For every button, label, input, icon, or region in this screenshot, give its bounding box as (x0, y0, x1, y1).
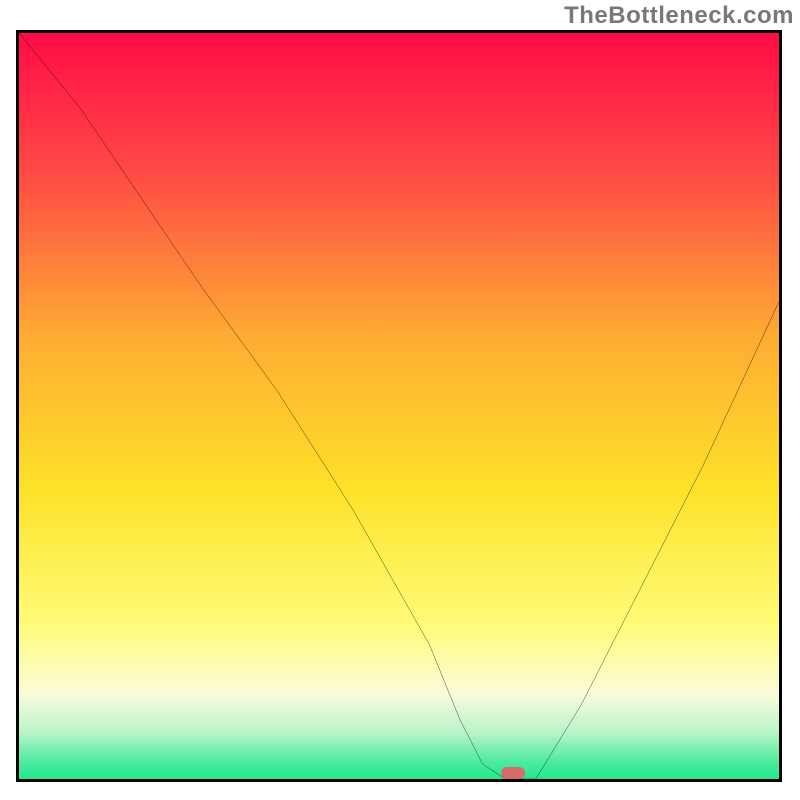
bottleneck-curve (19, 33, 779, 779)
optimum-marker (501, 767, 525, 779)
plot-frame (16, 30, 782, 782)
watermark-text: TheBottleneck.com (564, 2, 794, 30)
chart-stage: TheBottleneck.com (0, 0, 800, 800)
curve-path (19, 33, 779, 779)
